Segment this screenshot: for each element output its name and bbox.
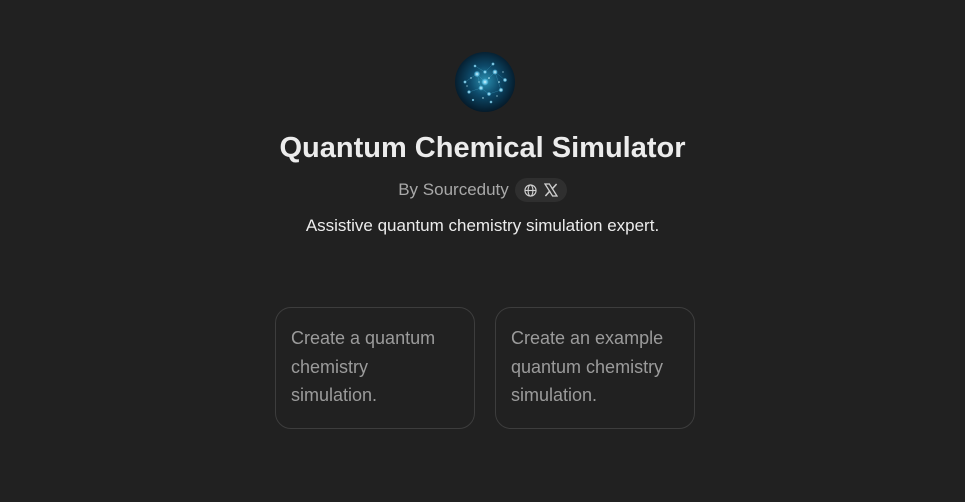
globe-icon[interactable] [524,183,538,197]
gpt-avatar [455,52,515,112]
gpt-title: Quantum Chemical Simulator [279,132,686,164]
x-logo-icon[interactable] [543,183,558,197]
gpt-byline: By Sourceduty [0,178,965,202]
conversation-starters: Create a quantum chemistry simulation. C… [275,307,695,429]
gpt-description: Assistive quantum chemistry simulation e… [305,216,660,235]
gpt-author: By Sourceduty [398,180,509,199]
gpt-landing: Quantum Chemical Simulator By Sourceduty… [0,0,965,502]
quantum-particles-icon [455,52,515,112]
social-links [514,178,567,202]
starter-button[interactable]: Create an example quantum chemistry simu… [495,307,695,429]
starter-button[interactable]: Create a quantum chemistry simulation. [275,307,475,429]
